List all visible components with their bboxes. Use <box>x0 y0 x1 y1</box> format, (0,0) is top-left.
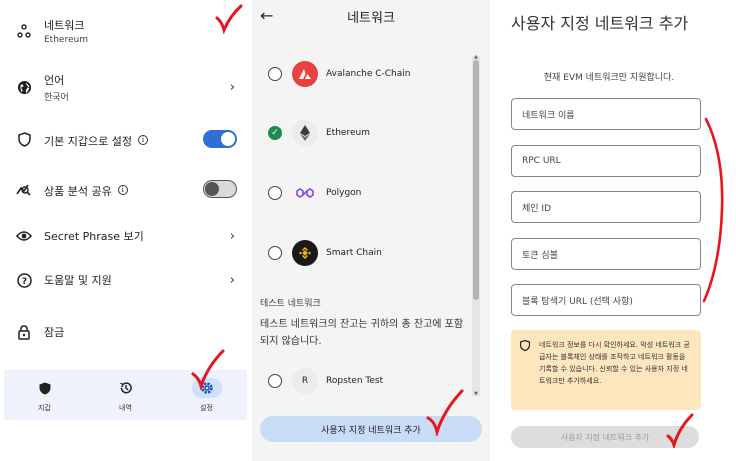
nav-tab-wallet[interactable]: 지갑 <box>4 370 85 420</box>
network-option-ethereum[interactable]: ✓ Ethereum <box>252 119 472 147</box>
history-icon <box>111 378 141 398</box>
radio-button[interactable] <box>268 186 282 200</box>
warning-notice: 네트워크 정보를 다시 확인하세요. 악성 네트워크 공급자는 블록체인 상태를… <box>511 330 701 410</box>
shield-icon <box>519 339 531 355</box>
network-option-ropsten[interactable]: R Ropsten Test <box>252 367 472 395</box>
block-explorer-url-field[interactable]: 블록 탐색기 URL (선택 사항) <box>511 284 701 316</box>
settings-item-analytics: 상품 분석 공유 i <box>4 174 247 204</box>
network-name: Ropsten Test <box>326 376 384 386</box>
check-icon[interactable]: ✓ <box>268 126 282 140</box>
settings-item-title: 상품 분석 공유 <box>44 184 112 198</box>
settings-item-title: 도움말 및 지원 <box>44 274 112 287</box>
settings-item-subtitle: 한국어 <box>44 92 69 103</box>
network-select-panel: ← 네트워크 Avalanche C-Chain ✓ Ethereum Poly… <box>252 0 490 461</box>
globe-icon <box>14 77 34 97</box>
network-name: Smart Chain <box>326 248 382 258</box>
chevron-right-icon: › <box>229 79 235 95</box>
settings-item-help[interactable]: ? 도움말 및 지원 › <box>4 266 247 294</box>
ropsten-badge: R <box>292 368 318 394</box>
test-network-description: 테스트 네트워크의 잔고는 귀하의 총 잔고에 포함되지 않습니다. <box>260 319 464 347</box>
chevron-right-icon: › <box>229 272 235 288</box>
help-icon: ? <box>14 270 34 290</box>
network-select-header: ← 네트워크 <box>252 0 490 32</box>
nav-tab-label: 내역 <box>119 404 132 412</box>
analytics-toggle[interactable] <box>203 180 237 198</box>
network-option-polygon[interactable]: Polygon <box>252 179 472 207</box>
radio-button[interactable] <box>268 374 282 388</box>
info-icon[interactable]: i <box>117 185 128 195</box>
radio-button[interactable] <box>268 246 282 260</box>
settings-item-subtitle: Ethereum <box>44 35 88 45</box>
scroll-down-arrow-icon[interactable]: ▼ <box>472 391 480 397</box>
default-wallet-toggle[interactable] <box>203 130 237 148</box>
chevron-right-icon: › <box>229 228 235 244</box>
svg-text:?: ? <box>21 277 26 287</box>
add-custom-network-button[interactable]: 사용자 지정 네트워크 추가 <box>260 416 482 442</box>
page-title: 사용자 지정 네트워크 추가 <box>511 14 689 33</box>
settings-item-title: 잠금 <box>44 326 65 339</box>
polygon-icon <box>292 180 318 206</box>
bottom-navigation: 지갑 내역 설정 <box>4 370 247 420</box>
settings-item-title: 기본 지갑으로 설정 <box>44 134 132 148</box>
network-option-smart-chain[interactable]: Smart Chain <box>252 239 472 267</box>
nav-tab-history[interactable]: 내역 <box>85 370 166 420</box>
ethereum-icon <box>292 120 318 146</box>
settings-panel: 네트워크 Ethereum 언어 한국어 › 기본 지갑으로 설정 i 상품 분… <box>4 0 247 461</box>
network-name: Polygon <box>326 188 362 198</box>
lock-icon <box>14 322 34 342</box>
network-name: Avalanche C-Chain <box>326 69 411 79</box>
network-nodes-icon <box>14 21 34 41</box>
add-custom-network-submit-button[interactable]: 사용자 지정 네트워크 추가 <box>511 426 699 448</box>
scrollbar[interactable]: ▲ ▼ <box>472 54 480 397</box>
chain-id-field[interactable]: 체인 ID <box>511 191 701 223</box>
add-network-panel: 사용자 지정 네트워크 추가 현재 EVM 네트워크만 지원합니다. 네트워크 … <box>497 0 721 461</box>
network-option-avalanche[interactable]: Avalanche C-Chain <box>252 60 472 88</box>
warning-notice-text: 네트워크 정보를 다시 확인하세요. 악성 네트워크 공급자는 블록체인 상태를… <box>539 341 690 385</box>
nav-tab-label: 지갑 <box>38 404 51 412</box>
network-name: Ethereum <box>326 128 370 138</box>
shield-icon <box>14 129 34 149</box>
bnb-icon <box>292 240 318 266</box>
shield-wallet-icon <box>30 378 60 398</box>
info-icon[interactable]: i <box>137 135 148 145</box>
nav-tab-label: 설정 <box>200 404 213 412</box>
nav-tab-settings[interactable]: 설정 <box>166 370 247 420</box>
test-network-heading: 테스트 네트워크 <box>260 299 321 309</box>
settings-item-title: 언어 <box>44 73 65 87</box>
settings-item-language[interactable]: 언어 한국어 › <box>4 70 247 104</box>
rpc-url-field[interactable]: RPC URL <box>511 145 701 177</box>
network-name-field[interactable]: 네트워크 이름 <box>511 98 701 130</box>
avalanche-icon <box>292 61 318 87</box>
screenshot-root: 네트워크 Ethereum 언어 한국어 › 기본 지갑으로 설정 i 상품 분… <box>0 0 736 461</box>
gear-icon <box>191 378 222 398</box>
settings-item-network[interactable]: 네트워크 Ethereum <box>4 14 247 48</box>
page-subtitle: 현재 EVM 네트워크만 지원합니다. <box>543 73 675 83</box>
token-symbol-field[interactable]: 토큰 심볼 <box>511 238 701 270</box>
settings-item-lock[interactable]: 잠금 <box>4 318 247 346</box>
settings-item-title: Secret Phrase 보기 <box>44 230 144 243</box>
scrollbar-thumb[interactable] <box>473 60 479 300</box>
settings-item-secret-phrase[interactable]: Secret Phrase 보기 › <box>4 222 247 250</box>
settings-item-title: 네트워크 <box>44 19 85 32</box>
page-title: 네트워크 <box>347 11 395 26</box>
eye-icon <box>14 226 34 246</box>
radio-button[interactable] <box>268 67 282 81</box>
settings-item-default-wallet: 기본 지갑으로 설정 i <box>4 124 247 154</box>
analytics-icon <box>14 179 34 199</box>
